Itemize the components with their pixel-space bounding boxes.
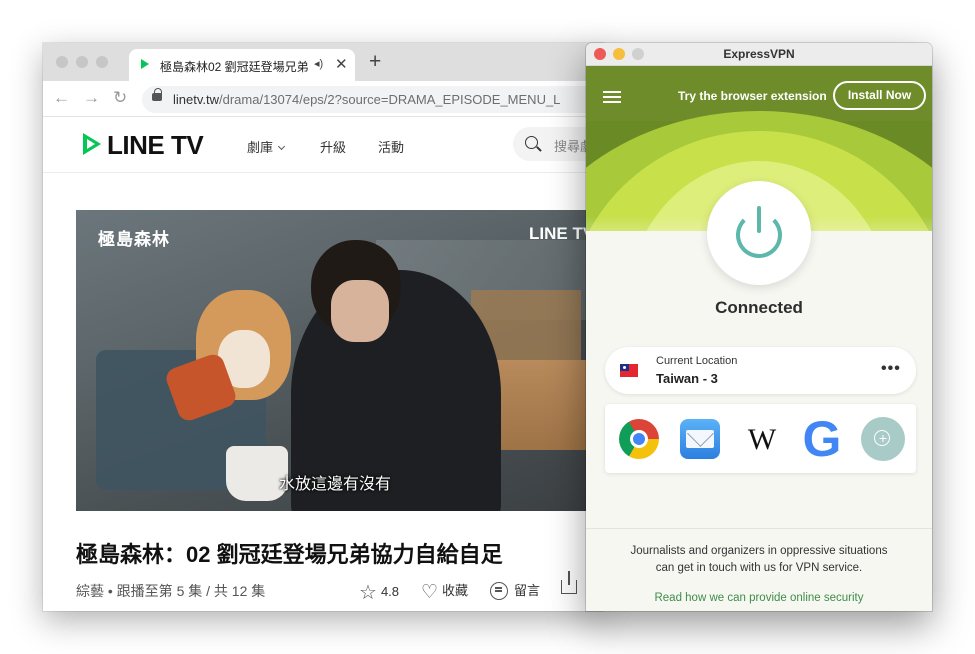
new-tab-plus-icon[interactable]: + [369, 51, 381, 72]
power-icon-bar [757, 206, 761, 233]
comment-icon [490, 582, 508, 600]
share-button[interactable] [561, 571, 577, 595]
chrome-icon[interactable] [619, 419, 659, 459]
line-tv-favicon-icon [141, 59, 149, 69]
connection-status: Connected [715, 298, 803, 317]
divider [586, 528, 932, 529]
favorite-button[interactable]: ♡ 收藏 [421, 580, 468, 604]
install-now-button[interactable]: Install Now [833, 81, 926, 110]
wikipedia-icon[interactable]: W [742, 419, 782, 459]
promo-text: Try the browser extension [678, 89, 827, 103]
location-label: Current Location [656, 355, 738, 367]
info-text: Journalists and organizers in oppressive… [586, 543, 932, 577]
lock-icon [152, 88, 162, 101]
app-shortcuts: W G [605, 404, 916, 473]
window-zoom-light[interactable] [96, 56, 108, 68]
nav-item-events[interactable]: 活動 [378, 137, 404, 156]
chevron-down-icon [277, 142, 286, 151]
video-show-logo: 極島森林 [98, 230, 170, 249]
video-subtitle: 水放這邊有沒有 [279, 476, 392, 493]
back-arrow-icon[interactable]: ← [53, 89, 70, 106]
rating-button[interactable]: ☆ 4.8 [359, 580, 399, 605]
heart-icon: ♡ [421, 582, 439, 603]
site-header: LINE TV 劇庫 升級 活動 搜尋劇 [43, 117, 603, 173]
line-tv-logo-icon[interactable] [83, 133, 101, 155]
tab-title: 極島森林02 劉冠廷登場兄弟 [160, 60, 308, 74]
star-icon: ☆ [359, 582, 377, 604]
nav-item-library[interactable]: 劇庫 [247, 137, 286, 156]
audio-icon[interactable]: ◂) [314, 57, 323, 70]
forward-arrow-icon[interactable]: → [83, 89, 100, 106]
url-text: linetv.tw/drama/13074/eps/2?source=DRAMA… [173, 92, 561, 107]
location-value: Taiwan - 3 [656, 371, 718, 386]
taiwan-flag-icon [620, 364, 638, 377]
online-security-link[interactable]: Read how we can provide online security [586, 592, 932, 604]
address-bar[interactable]: linetv.tw/drama/13074/eps/2?source=DRAMA… [142, 86, 603, 113]
power-button[interactable] [707, 181, 811, 285]
video-player[interactable]: 極島森林 LINE TV 水放這邊有沒有 [76, 210, 603, 511]
site-logo[interactable]: LINE TV [107, 130, 204, 161]
window-close-light[interactable] [56, 56, 68, 68]
video-scene-face [331, 280, 389, 342]
mail-icon[interactable] [680, 419, 720, 459]
browser-tab[interactable]: 極島森林02 劉冠廷登場兄弟 ◂) ✕ [129, 49, 355, 81]
search-icon [525, 136, 538, 149]
google-icon[interactable]: G [799, 414, 845, 464]
episode-meta: 綜藝 • 跟播至第 5 集 / 共 12 集 [76, 583, 266, 599]
hamburger-menu-icon[interactable] [603, 91, 621, 93]
info-line-1: Journalists and organizers in oppressive… [630, 545, 888, 557]
video-watermark: LINE TV [529, 224, 595, 243]
window-minimize-light[interactable] [76, 56, 88, 68]
info-line-2: can get in touch with us for VPN service… [655, 562, 863, 574]
close-icon[interactable]: ✕ [335, 55, 348, 73]
browser-window: 極島森林02 劉冠廷登場兄弟 ◂) ✕ + ← → ↻ linetv.tw/dr… [43, 43, 603, 611]
nav-item-upgrade[interactable]: 升級 [320, 137, 346, 156]
comment-button[interactable]: 留言 [490, 580, 540, 600]
more-icon[interactable]: ••• [881, 360, 901, 378]
episode-title: 極島森林：02 劉冠廷登場兄弟協力自給自足 [76, 542, 503, 567]
browser-toolbar: ← → ↻ linetv.tw/drama/13074/eps/2?source… [43, 81, 603, 117]
expressvpn-window: ExpressVPN Try the browser extension Ins… [586, 43, 932, 611]
add-shortcut-icon[interactable] [861, 417, 905, 461]
current-location-card[interactable]: Current Location Taiwan - 3 ••• [605, 347, 916, 394]
vpn-window-title: ExpressVPN [723, 47, 795, 61]
share-icon [561, 571, 577, 594]
tab-strip: 極島森林02 劉冠廷登場兄弟 ◂) ✕ + [43, 43, 603, 81]
reload-icon[interactable]: ↻ [113, 89, 127, 106]
vpn-titlebar: ExpressVPN [586, 43, 932, 66]
